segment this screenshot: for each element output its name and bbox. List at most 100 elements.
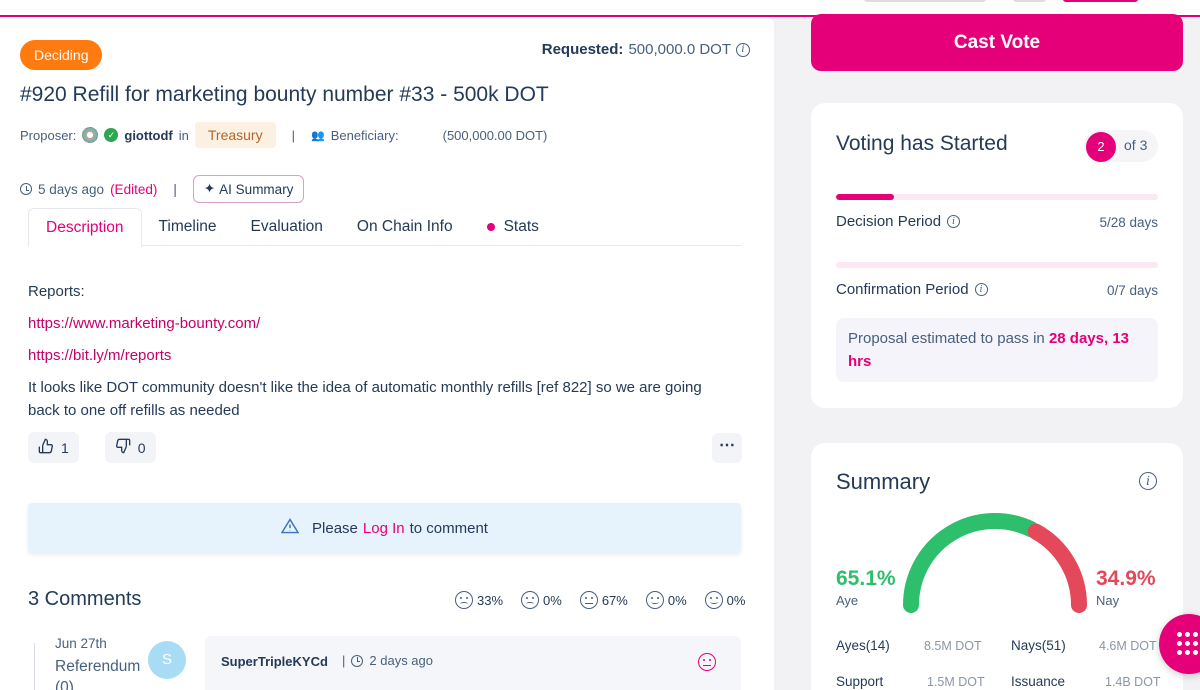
edited-link[interactable]: (Edited) xyxy=(110,182,157,197)
proposer-name[interactable]: giottodf xyxy=(124,128,172,143)
tab-stats-label: Stats xyxy=(503,218,539,235)
tab-stats[interactable]: Stats xyxy=(470,208,556,246)
step-number: 2 xyxy=(1086,132,1116,162)
beneficiary-value: (500,000.00 DOT) xyxy=(442,127,548,143)
gauge-nay-arc xyxy=(1027,523,1087,613)
decision-progress-fill xyxy=(836,194,894,200)
comment-time: 2 days ago xyxy=(369,653,433,668)
dot-icon xyxy=(486,222,495,231)
link-marketing-bounty[interactable]: https://www.marketing-bounty.com/ xyxy=(28,315,260,332)
timeline-ref[interactable]: Referendum (0) xyxy=(55,657,155,690)
decision-period-label: Decision Period xyxy=(836,213,942,230)
track-tag[interactable]: Treasury xyxy=(194,122,276,148)
neutral-face-icon xyxy=(698,653,716,671)
sentiment-value: 67% xyxy=(601,592,628,608)
dislike-count: 0 xyxy=(137,439,146,456)
proposer-row: Proposer: ✓ giottodf in Treasury | 👥 Ben… xyxy=(20,122,548,148)
navbar-button-edge[interactable] xyxy=(1013,0,1046,2)
step-total: of 3 xyxy=(1124,137,1148,153)
comment-meta: | 2 days ago xyxy=(342,653,433,668)
comment-card: SuperTripleKYCd | 2 days ago xyxy=(205,636,741,690)
clock-icon xyxy=(20,183,32,195)
warning-icon xyxy=(280,517,300,539)
dislike-button[interactable]: 0 xyxy=(104,432,156,463)
pass-estimate: Proposal estimated to pass in 28 days, 1… xyxy=(836,318,1158,382)
timeline-line xyxy=(34,643,35,690)
tab-description[interactable]: Description xyxy=(28,208,142,247)
confirmation-period: Confirmation Period i xyxy=(836,281,988,298)
reactions: 1 0 xyxy=(28,432,156,463)
user-icon: 👥 xyxy=(310,129,325,142)
comments-title: 3 Comments xyxy=(28,588,142,610)
more-options-button[interactable]: ⋯ xyxy=(712,433,742,463)
confirmation-period-label: Confirmation Period xyxy=(836,281,969,298)
voting-title: Voting has Started xyxy=(836,132,1008,155)
proposal-tabs: Description Timeline Evaluation On Chain… xyxy=(28,208,741,247)
cast-vote-button[interactable]: Cast Vote xyxy=(811,14,1183,71)
info-icon[interactable]: i xyxy=(947,215,961,228)
login-link[interactable]: Log In xyxy=(363,520,405,537)
gauge-aye-arc xyxy=(903,513,1039,613)
sentiment-for[interactable]: 0% xyxy=(704,591,746,609)
info-icon[interactable]: i xyxy=(1139,472,1157,490)
summary-card: Summary i 65.1% Aye 34.9% Nay Ayes(14) 8… xyxy=(811,443,1183,690)
nay-label: Nay xyxy=(1096,593,1120,608)
confirmation-progress-bar xyxy=(836,262,1158,268)
tab-timeline[interactable]: Timeline xyxy=(142,208,234,246)
link-reports[interactable]: https://bit.ly/m/reports xyxy=(28,347,171,364)
divider: | xyxy=(173,181,177,197)
requested-value: 500,000.0 DOT xyxy=(628,41,731,58)
sentiment-filters: 33% 0% 67% 0% 0% xyxy=(455,591,745,609)
decision-progress-bar xyxy=(836,194,1158,200)
clock-icon xyxy=(351,654,364,667)
avatar[interactable]: S xyxy=(148,641,186,679)
login-prompt-before: Please xyxy=(312,519,358,537)
smile-icon xyxy=(704,591,723,609)
requested-label: Requested: xyxy=(541,41,624,58)
sentiment-neutral[interactable]: 67% xyxy=(579,591,628,609)
frown-icon xyxy=(455,591,473,609)
proposer-label: Proposer: xyxy=(20,127,77,143)
vote-gauge xyxy=(903,513,1087,613)
like-count: 1 xyxy=(61,439,69,456)
time-ago: 5 days ago xyxy=(38,181,105,197)
tab-on-chain-info[interactable]: On Chain Info xyxy=(340,208,470,246)
issuance-label: Issuance xyxy=(1011,674,1066,689)
support-value: 1.5M DOT xyxy=(927,675,985,689)
step-indicator: 2 of 3 xyxy=(1084,130,1158,162)
sentiment-value: 0% xyxy=(726,592,746,608)
timeline-date: Jun 27th xyxy=(55,636,107,651)
verified-icon: ✓ xyxy=(104,128,119,142)
info-icon[interactable]: i xyxy=(736,42,750,57)
issuance-value: 1.4B DOT xyxy=(1105,675,1161,689)
in-label: in xyxy=(178,127,189,143)
thumbs-down-icon xyxy=(115,438,131,457)
tab-evaluation[interactable]: Evaluation xyxy=(234,208,340,246)
slight-smile-icon xyxy=(645,591,664,609)
navbar-search-edge[interactable] xyxy=(864,0,986,2)
comment-author[interactable]: SuperTripleKYCd xyxy=(221,654,328,669)
ai-summary-button[interactable]: ✦ AI Summary xyxy=(192,175,305,203)
nays-value: 4.6M DOT xyxy=(1099,639,1157,653)
ayes-value: 8.5M DOT xyxy=(924,639,982,653)
reports-label: Reports: xyxy=(28,283,85,300)
status-badge: Deciding xyxy=(20,40,103,70)
summary-title: Summary xyxy=(836,469,931,494)
description-body: Reports: https://www.marketing-bounty.co… xyxy=(28,280,728,431)
time-row: 5 days ago (Edited) | ✦ AI Summary xyxy=(20,175,305,203)
sentiment-against[interactable]: 33% xyxy=(455,591,503,609)
grid-dots-icon xyxy=(1177,632,1200,656)
like-button[interactable]: 1 xyxy=(28,432,79,463)
identicon-icon xyxy=(82,127,99,143)
aye-label: Aye xyxy=(836,593,859,608)
sentiment-slightly-against[interactable]: 0% xyxy=(521,591,562,609)
estimate-text: Proposal estimated to pass in xyxy=(848,330,1045,347)
navbar-login-edge[interactable] xyxy=(1063,0,1138,2)
sentiment-slightly-for[interactable]: 0% xyxy=(645,591,687,609)
sentiment-value: 33% xyxy=(477,592,504,608)
login-prompt: Please Log In to comment xyxy=(28,503,741,553)
neutral-face-icon xyxy=(579,591,598,609)
ai-summary-label: AI Summary xyxy=(219,181,294,197)
info-icon[interactable]: i xyxy=(974,283,988,296)
decision-period-value: 5/28 days xyxy=(1099,215,1158,230)
